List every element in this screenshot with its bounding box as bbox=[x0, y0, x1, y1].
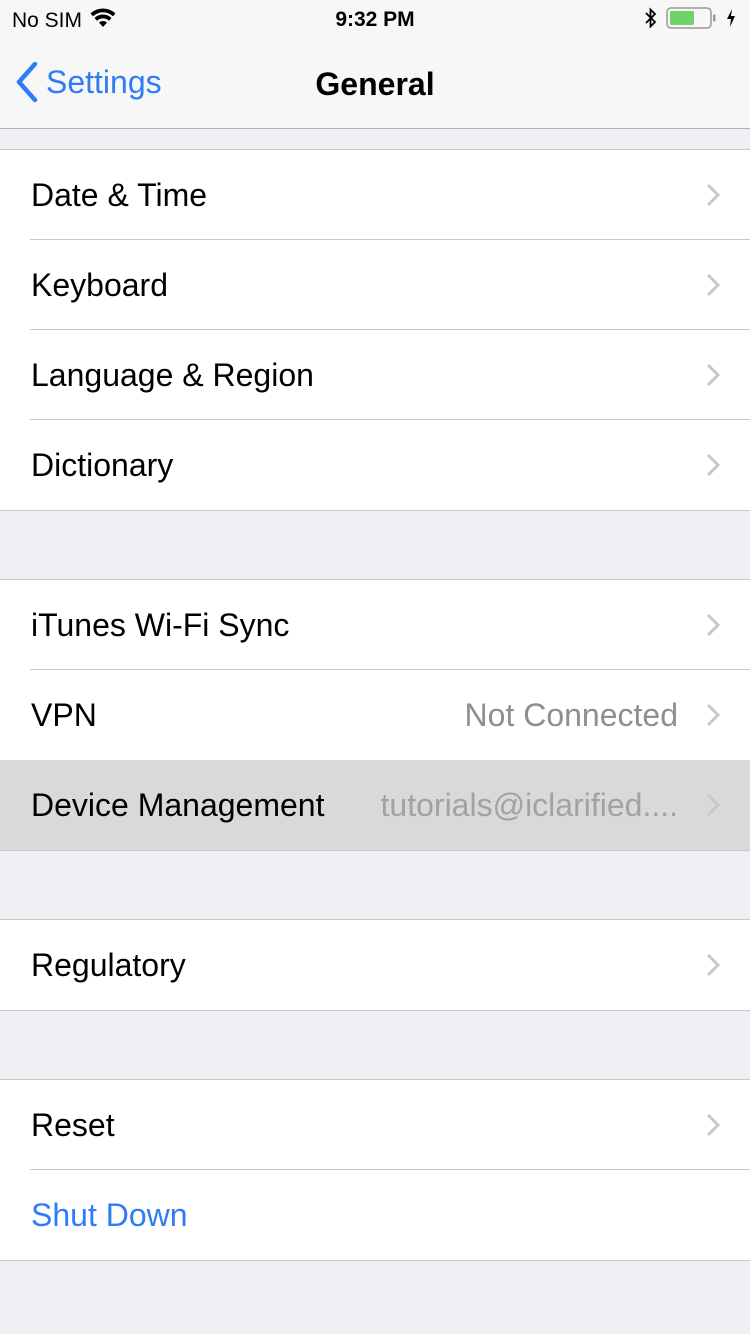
row-label: Language & Region bbox=[31, 356, 314, 393]
chevron-right-icon bbox=[706, 953, 720, 977]
settings-group-3: Regulatory bbox=[0, 919, 750, 1011]
row-vpn[interactable]: VPN Not Connected bbox=[0, 670, 750, 760]
settings-group-4: Reset Shut Down bbox=[0, 1079, 750, 1261]
navigation-bar: Settings General bbox=[0, 40, 750, 129]
row-label: Dictionary bbox=[31, 446, 174, 483]
chevron-right-icon bbox=[706, 793, 720, 817]
row-label: Device Management bbox=[31, 786, 325, 823]
charging-icon bbox=[726, 8, 736, 34]
chevron-right-icon bbox=[706, 183, 720, 207]
row-label: Keyboard bbox=[31, 266, 168, 303]
row-itunes-wifi-sync[interactable]: iTunes Wi-Fi Sync bbox=[0, 580, 750, 670]
shut-down-button[interactable]: Shut Down bbox=[0, 1170, 750, 1260]
row-device-management[interactable]: Device Management tutorials@iclarified..… bbox=[0, 760, 750, 850]
device-management-profile: tutorials@iclarified.... bbox=[380, 786, 678, 823]
chevron-right-icon bbox=[706, 1113, 720, 1137]
bluetooth-icon bbox=[644, 6, 658, 36]
chevron-right-icon bbox=[706, 363, 720, 387]
row-language-region[interactable]: Language & Region bbox=[0, 330, 750, 420]
row-date-time[interactable]: Date & Time bbox=[0, 150, 750, 240]
battery-icon bbox=[666, 6, 718, 36]
row-regulatory[interactable]: Regulatory bbox=[0, 920, 750, 1010]
chevron-right-icon bbox=[706, 453, 720, 477]
row-label: VPN bbox=[31, 696, 97, 733]
row-reset[interactable]: Reset bbox=[0, 1080, 750, 1170]
page-title: General bbox=[315, 66, 435, 102]
clock: 9:32 PM bbox=[335, 8, 415, 31]
chevron-right-icon bbox=[706, 703, 720, 727]
row-label: Regulatory bbox=[31, 946, 186, 983]
settings-group-1: Date & Time Keyboard Language & Region D… bbox=[0, 149, 750, 511]
row-keyboard[interactable]: Keyboard bbox=[0, 240, 750, 330]
row-label: Shut Down bbox=[31, 1196, 188, 1233]
status-bar: No SIM 9:32 PM bbox=[0, 0, 750, 40]
row-label: iTunes Wi-Fi Sync bbox=[31, 606, 290, 643]
chevron-right-icon bbox=[706, 273, 720, 297]
row-label: Date & Time bbox=[31, 176, 208, 213]
row-label: Reset bbox=[31, 1106, 115, 1143]
chevron-right-icon bbox=[706, 613, 720, 637]
vpn-status: Not Connected bbox=[464, 696, 678, 733]
settings-group-2: iTunes Wi-Fi Sync VPN Not Connected Devi… bbox=[0, 579, 750, 851]
row-dictionary[interactable]: Dictionary bbox=[0, 420, 750, 510]
